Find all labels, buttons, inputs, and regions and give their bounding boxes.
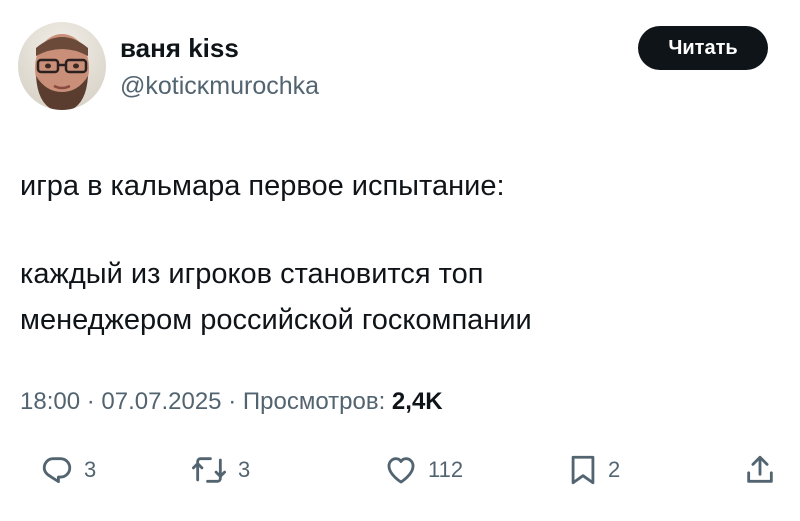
like-button[interactable]: 112 — [384, 450, 463, 490]
share-icon — [747, 455, 773, 483]
avatar-photo-icon — [18, 22, 106, 110]
author-handle[interactable]: @koticĸmurochka — [120, 70, 319, 102]
repost-icon — [192, 457, 226, 483]
reply-button[interactable]: 3 — [40, 450, 96, 490]
heart-icon — [387, 457, 415, 484]
views-count: 2,4K — [391, 388, 443, 415]
repost-count: 3 — [238, 457, 251, 482]
views-label: Просмотров: — [242, 388, 386, 415]
tweet-date[interactable]: 07.07.2025 — [101, 388, 221, 415]
meta-separator: · — [228, 388, 237, 415]
tweet-text-line: менеджером российской госкомпании — [20, 304, 532, 336]
tweet-time[interactable]: 18:00 — [20, 388, 80, 415]
bookmark-icon — [571, 455, 595, 485]
tweet-text-line: каждый из игроков становится топ — [20, 258, 484, 290]
share-button[interactable] — [744, 450, 776, 490]
follow-button[interactable]: Читать — [638, 26, 768, 70]
bookmark-count: 2 — [608, 457, 621, 482]
like-count: 112 — [428, 457, 464, 482]
meta-separator: · — [86, 388, 95, 415]
reply-icon — [42, 457, 72, 484]
tweet-card: ваня kiss @koticĸmurochka Читать игра в … — [0, 0, 800, 521]
tweet-text-line: игра в кальмара первое испытание: — [20, 170, 505, 202]
repost-button[interactable]: 3 — [190, 450, 250, 490]
tweet-meta: 18:00 · 07.07.2025 · Просмотров: 2,4K — [20, 386, 443, 418]
author-display-name[interactable]: ваня kiss — [120, 32, 239, 64]
avatar[interactable] — [18, 22, 106, 110]
reply-count: 3 — [84, 457, 97, 482]
bookmark-button[interactable]: 2 — [568, 450, 620, 490]
